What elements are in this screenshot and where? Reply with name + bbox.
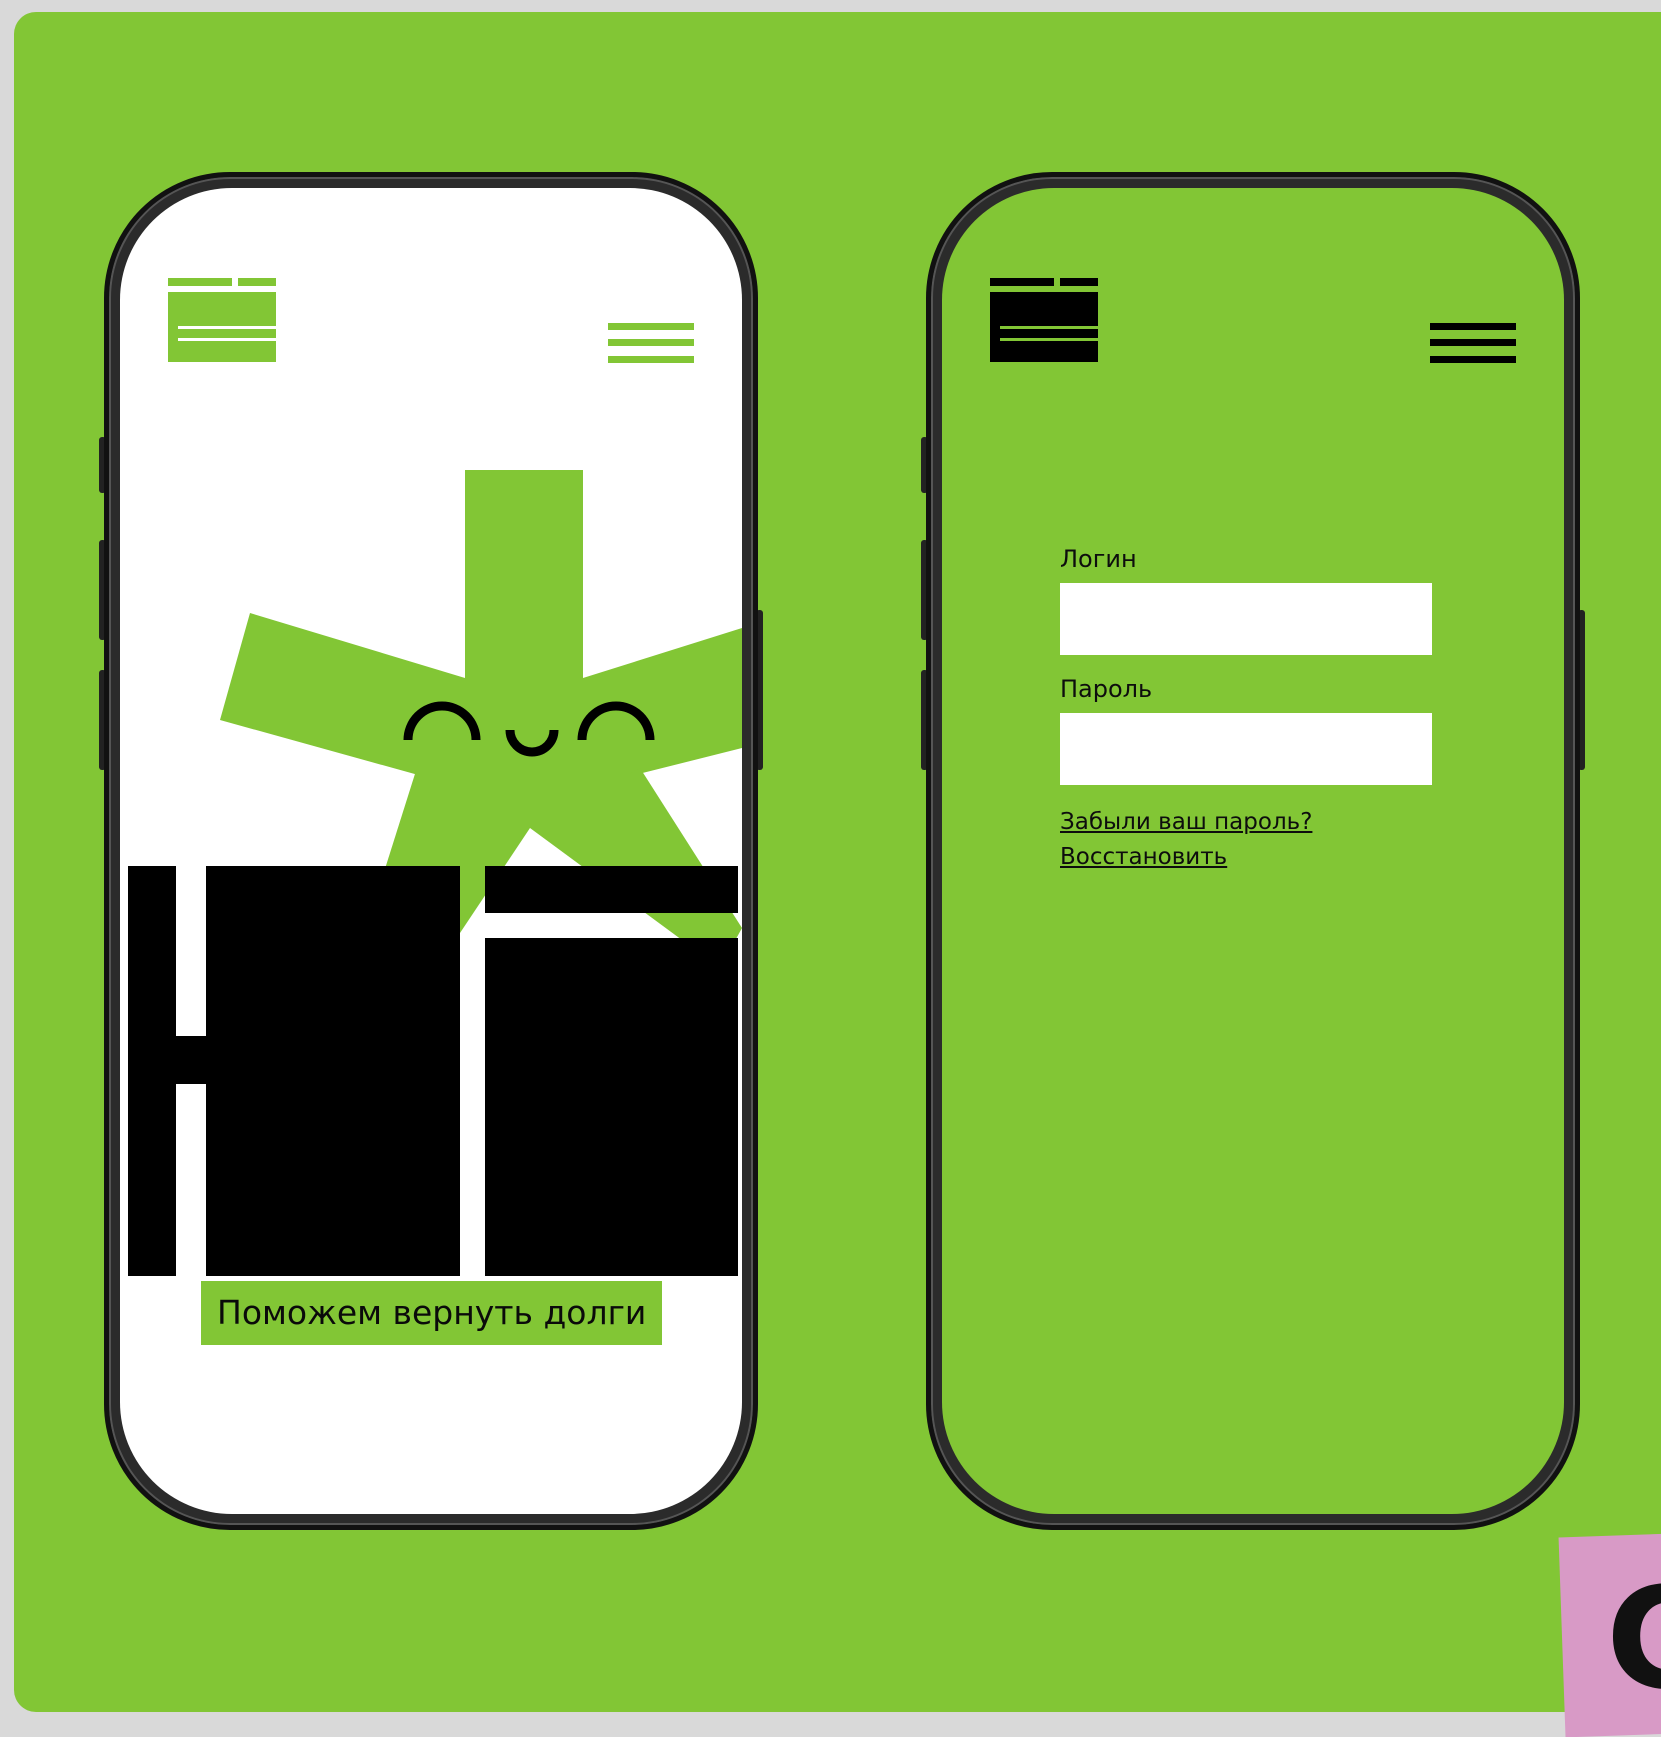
hi-lettering <box>128 866 738 1276</box>
phone-mockup-landing: Поможем вернуть долги <box>104 172 758 1530</box>
landing-screen: Поможем вернуть долги <box>120 188 742 1514</box>
login-input[interactable] <box>1060 583 1432 655</box>
restore-password-link[interactable]: Восстановить <box>1060 840 1432 875</box>
password-input[interactable] <box>1060 713 1432 785</box>
login-form: Логин Пароль Забыли ваш пароль? Восстано… <box>1060 545 1432 875</box>
sticky-note-letter: C <box>1606 1558 1661 1721</box>
password-label: Пароль <box>1060 675 1153 703</box>
logo-icon[interactable] <box>990 278 1098 362</box>
login-screen: Логин Пароль Забыли ваш пароль? Восстано… <box>942 188 1564 1514</box>
menu-icon[interactable] <box>1430 323 1516 363</box>
tagline: Поможем вернуть долги <box>201 1281 663 1345</box>
recovery-links: Забыли ваш пароль? Восстановить <box>1060 805 1432 875</box>
phone-mockup-login: Логин Пароль Забыли ваш пароль? Восстано… <box>926 172 1580 1530</box>
forgot-password-link[interactable]: Забыли ваш пароль? <box>1060 805 1432 840</box>
login-label: Логин <box>1060 545 1137 573</box>
